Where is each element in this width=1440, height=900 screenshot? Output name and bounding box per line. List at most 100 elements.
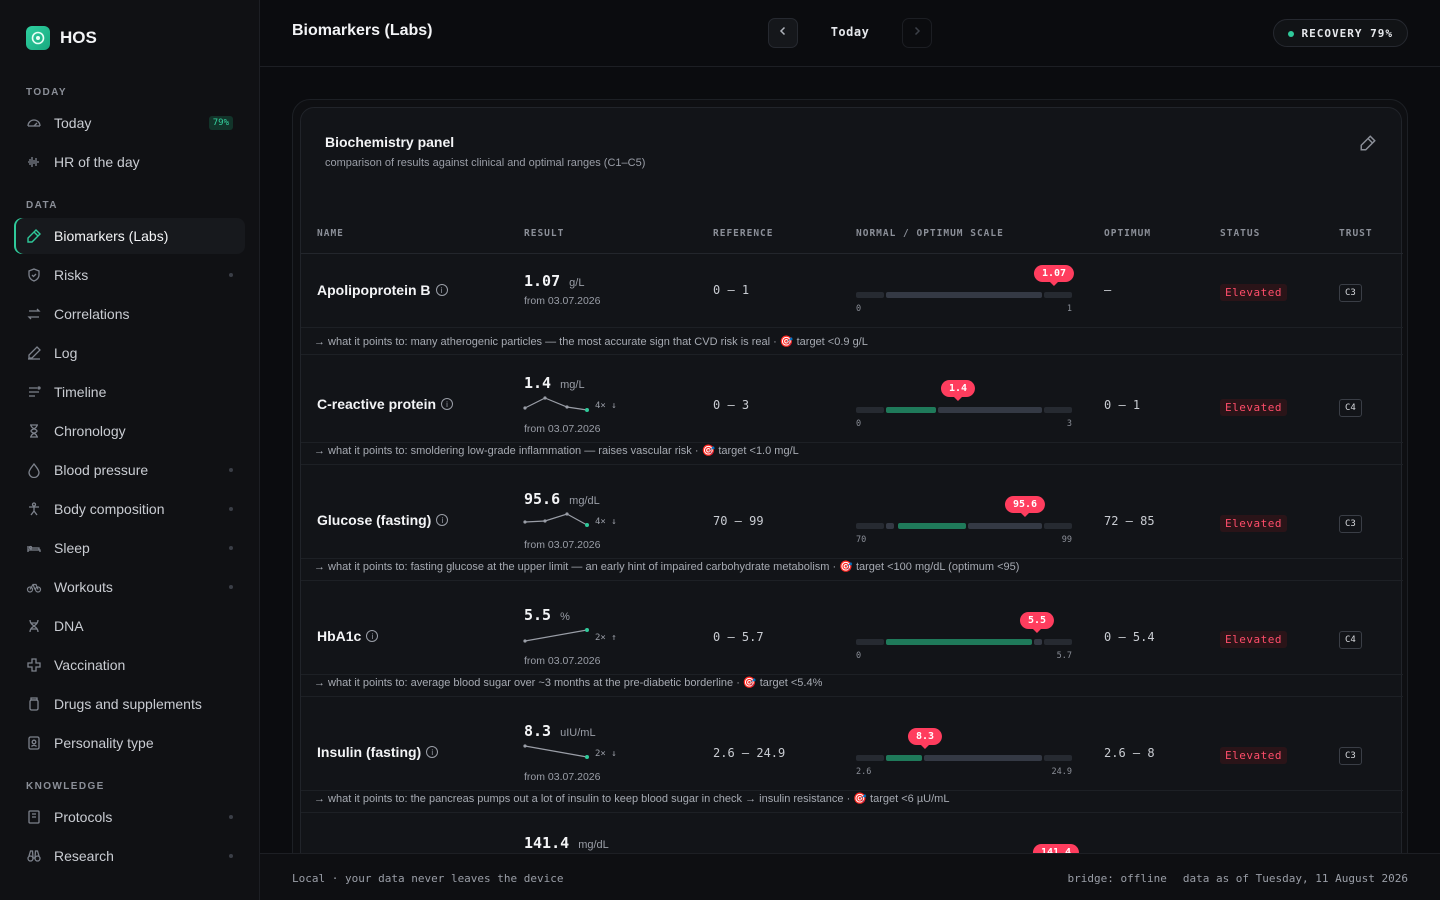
result-date: from 03.07.2026 xyxy=(524,423,601,435)
trend-label: 4× ↓ xyxy=(595,401,617,411)
sidebar-item-log[interactable]: Log xyxy=(14,335,245,371)
scale-segment-optimum xyxy=(898,523,966,529)
chevron-right-icon xyxy=(911,24,923,42)
drop-icon xyxy=(26,462,42,478)
scale-min: 0 xyxy=(856,304,862,314)
info-icon[interactable]: i xyxy=(426,746,439,758)
status-badge: Elevated xyxy=(1220,747,1287,764)
book-icon xyxy=(26,809,42,825)
trust-badge[interactable]: C4 xyxy=(1339,631,1362,649)
sidebar-item-workouts[interactable]: Workouts xyxy=(14,569,245,605)
sidebar-item-personality-type[interactable]: Personality type xyxy=(14,725,245,761)
prev-day-button[interactable] xyxy=(768,18,798,48)
biomarker-name[interactable]: Glucose (fasting) i xyxy=(317,512,449,528)
brand[interactable]: HOS xyxy=(26,26,97,50)
value-marker: 1.4 xyxy=(940,380,976,401)
reference-range: 70 – 99 xyxy=(713,514,764,528)
trust-badge[interactable]: C3 xyxy=(1339,747,1362,765)
edit-pipette-icon[interactable] xyxy=(1359,134,1377,152)
biomarker-name[interactable]: Insulin (fasting) i xyxy=(317,744,439,760)
col-trust[interactable]: TRUST xyxy=(1339,228,1373,239)
scale-segment-optimum xyxy=(886,639,1032,645)
scale-max: 3 xyxy=(1066,419,1072,429)
nav-dot xyxy=(229,585,233,589)
info-icon[interactable]: i xyxy=(366,630,379,642)
status-badge: Elevated xyxy=(1220,631,1287,648)
result-unit: mg/dL xyxy=(569,495,600,507)
divider xyxy=(301,580,1403,581)
recovery-badge[interactable]: RECOVERY 79% xyxy=(1272,19,1408,47)
range-scale: 1.07 0 1 xyxy=(856,265,1075,332)
scale-segment-normal xyxy=(924,755,1042,761)
biomarker-name[interactable]: HbA1c i xyxy=(317,628,379,644)
sidebar-item-correlations[interactable]: Correlations xyxy=(14,296,245,332)
data-as-of: data as of Tuesday, 11 August 2026 xyxy=(1182,872,1408,885)
divider xyxy=(301,812,1403,813)
id-card-icon xyxy=(26,735,42,751)
sidebar-item-today[interactable]: Today 79% xyxy=(14,105,245,141)
sidebar-item-risks[interactable]: Risks xyxy=(14,257,245,293)
biomarker-name[interactable]: C-reactive protein i xyxy=(317,396,454,412)
row-note: → what it points to: the pancreas pumps … xyxy=(314,793,950,805)
range-scale: 8.3 2.6 24.9 xyxy=(856,728,1072,795)
result-unit: g/L xyxy=(569,277,585,289)
reference-range: 2.6 – 24.9 xyxy=(713,746,786,760)
next-day-button[interactable] xyxy=(902,18,932,48)
trust-badge[interactable]: C3 xyxy=(1339,284,1362,302)
sidebar-item-research[interactable]: Research xyxy=(14,838,245,874)
sidebar-item-chronology[interactable]: Chronology xyxy=(14,413,245,449)
shield-icon xyxy=(26,267,42,283)
value-marker: 8.3 xyxy=(907,728,943,749)
sidebar-item-vaccination[interactable]: Vaccination xyxy=(14,647,245,683)
privacy-note: Local · your data never leaves the devic… xyxy=(292,872,564,885)
current-date-label[interactable]: Today xyxy=(800,25,900,39)
info-icon[interactable]: i xyxy=(441,398,454,410)
sidebar-item-body-composition[interactable]: Body composition xyxy=(14,491,245,527)
info-icon[interactable]: i xyxy=(436,514,449,526)
sidebar-item-biomarkers[interactable]: Biomarkers (Labs) xyxy=(14,218,245,254)
result-unit: mg/dL xyxy=(578,839,609,851)
sidebar-item-protocols[interactable]: Protocols xyxy=(14,799,245,835)
sidebar-item-label: Correlations xyxy=(54,306,130,322)
value-marker: 95.6 xyxy=(1004,496,1046,517)
col-reference[interactable]: REFERENCE xyxy=(713,228,773,239)
section-label-today: TODAY xyxy=(26,87,67,98)
sidebar-item-label: Vaccination xyxy=(54,657,126,673)
scale-max: 99 xyxy=(1061,535,1072,545)
sidebar-item-sleep[interactable]: Sleep xyxy=(14,530,245,566)
section-label-data: DATA xyxy=(26,200,58,211)
trend-sparkline xyxy=(523,628,589,643)
trust-badge[interactable]: C4 xyxy=(1339,399,1362,417)
trust-badge[interactable]: C3 xyxy=(1339,515,1362,533)
divider xyxy=(301,790,1403,791)
sidebar-item-blood-pressure[interactable]: Blood pressure xyxy=(14,452,245,488)
result-value: 5.5 % xyxy=(524,606,570,624)
nav-dot xyxy=(229,546,233,550)
divider xyxy=(301,674,1403,675)
scale-min: 70 xyxy=(856,535,867,545)
info-icon[interactable]: i xyxy=(435,284,448,296)
sidebar-item-label: Body composition xyxy=(54,501,165,517)
col-name[interactable]: NAME xyxy=(317,228,344,239)
nav-dot xyxy=(229,468,233,472)
biomarker-name[interactable]: Apolipoprotein Bi xyxy=(317,282,448,298)
optimum-range: 2.6 – 8 xyxy=(1104,746,1155,760)
nav-dot xyxy=(229,815,233,819)
scale-segment-normal-low xyxy=(886,523,894,529)
scale-segment-low xyxy=(856,292,884,298)
col-optimum[interactable]: OPTIMUM xyxy=(1104,228,1151,239)
sidebar-item-label: Sleep xyxy=(54,540,90,556)
col-result[interactable]: RESULT xyxy=(524,228,564,239)
status-badge: Elevated xyxy=(1220,515,1287,532)
col-status[interactable]: STATUS xyxy=(1220,228,1260,239)
sidebar-item-label: Timeline xyxy=(54,384,107,400)
sidebar-item-dna[interactable]: DNA xyxy=(14,608,245,644)
sidebar-item-hr-of-the-day[interactable]: HR of the day xyxy=(14,144,245,180)
scale-segment-normal xyxy=(968,523,1042,529)
sidebar-item-label: Personality type xyxy=(54,735,154,751)
sidebar-item-timeline[interactable]: Timeline xyxy=(14,374,245,410)
sidebar-item-drugs-supplements[interactable]: Drugs and supplements xyxy=(14,686,245,722)
scale-segment-high xyxy=(1044,755,1072,761)
result-value: 95.6 mg/dL xyxy=(524,490,600,508)
row-note: → what it points to: average blood sugar… xyxy=(314,677,823,689)
